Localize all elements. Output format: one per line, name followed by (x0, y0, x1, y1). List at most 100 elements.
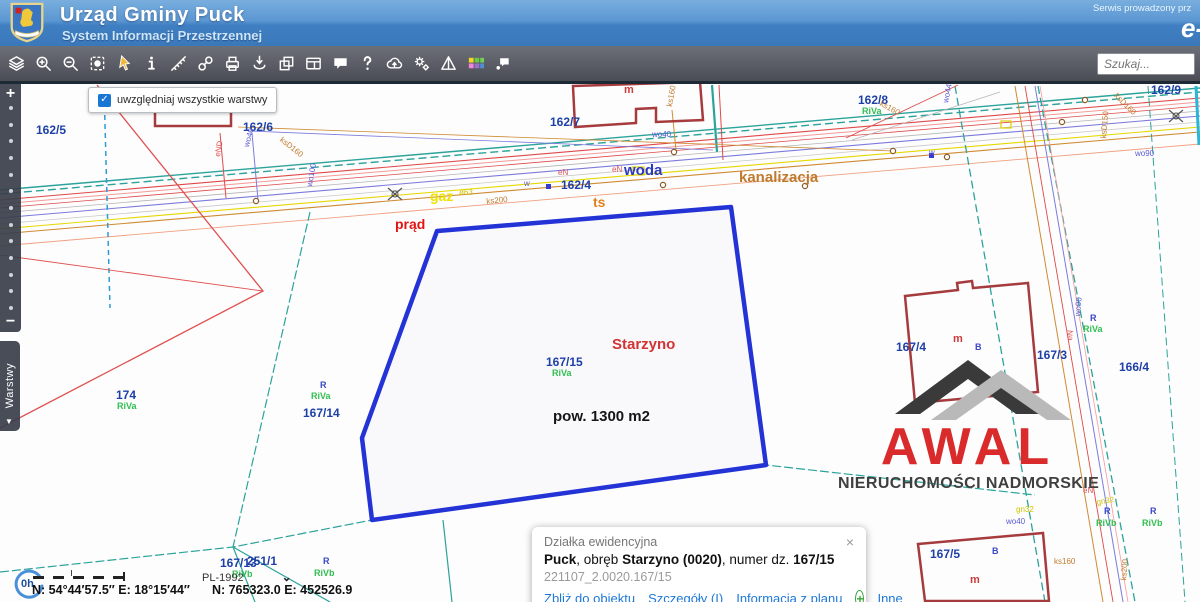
parcel-obreb: Starzyno (0020) (622, 552, 722, 567)
zoom-in-button[interactable]: + (6, 84, 15, 104)
map-label: B (975, 343, 982, 352)
map-label: wo90 (1074, 297, 1084, 317)
print-icon[interactable] (219, 49, 246, 79)
map-label: ts (593, 195, 605, 209)
zoom-level-dot[interactable] (9, 223, 13, 227)
legend-colors-icon[interactable] (462, 49, 489, 79)
marker-download-icon[interactable] (246, 49, 273, 79)
other-link[interactable]: Inne (877, 591, 902, 602)
zoom-out-button[interactable]: − (6, 312, 15, 332)
scale-bar (33, 576, 125, 579)
awal-subtitle: NIERUCHOMOŚCI NADMORSKIE (838, 475, 1098, 493)
map-label: RiVa (862, 107, 882, 116)
zoom-level-dot[interactable] (9, 306, 13, 310)
zoom-level-dot[interactable] (9, 239, 13, 243)
app-title: Urząd Gminy Puck (60, 4, 245, 27)
help-icon[interactable] (354, 49, 381, 79)
zoom-in-icon[interactable] (30, 49, 57, 79)
map-label: RiVa (311, 392, 331, 401)
map-label: Starzyno (612, 337, 675, 352)
layers-panel-tab[interactable]: Warstwy ▼ (0, 341, 20, 431)
map-label: 167/15 (546, 356, 583, 368)
map-label: 162/9 (1151, 84, 1181, 96)
map-label: m (970, 575, 980, 586)
coords-geographic: N: 54°44′57.5″ E: 18°15′44″ (32, 583, 190, 597)
search-box (1097, 53, 1195, 75)
chevron-down-icon: ⌄ (282, 570, 292, 584)
app-header: Urząd Gminy Puck System Informacji Przes… (0, 0, 1200, 47)
frames-copy-icon[interactable] (273, 49, 300, 79)
map-label: R (1090, 314, 1097, 323)
parcel-info-panel: Działka ewidencyjna × Puck, obręb Starzy… (532, 527, 866, 602)
map-label: 166/4 (1119, 361, 1149, 373)
zoom-level-dot[interactable] (9, 156, 13, 160)
map-label: eN (612, 166, 622, 174)
zoom-level-dot[interactable] (9, 139, 13, 143)
add-plus-icon[interactable]: + (855, 590, 864, 602)
map-label: R (1150, 507, 1157, 516)
zoom-to-object-link[interactable]: Zbliż do obiektu (544, 591, 635, 602)
plan-info-link[interactable]: Informacja z planu (736, 591, 842, 602)
select-area-icon[interactable] (84, 49, 111, 79)
map-label: RiVa (552, 369, 572, 378)
map-label: prąd (395, 217, 425, 231)
zoom-level-dot[interactable] (9, 256, 13, 260)
measure-icon[interactable] (165, 49, 192, 79)
layout-panels-icon[interactable] (300, 49, 327, 79)
layers-tab-label: Warstwy (4, 363, 16, 408)
map-label: pow. 1300 m2 (553, 409, 650, 424)
cloud-sync-icon[interactable] (381, 49, 408, 79)
zoom-level-dot[interactable] (9, 289, 13, 293)
map-label: kanalizacja (739, 170, 818, 185)
crs-selector[interactable]: PL-1992⌄ (202, 570, 292, 584)
info-icon[interactable] (138, 49, 165, 79)
parcel-id: 221107_2.0020.167/15 (544, 570, 854, 584)
all-layers-checkbox[interactable]: ✓ uwzględniaj wszystkie warstwy (88, 87, 277, 113)
map-label: B (992, 547, 999, 556)
zoom-level-dot[interactable] (9, 106, 13, 110)
parcel-number: 167/15 (793, 552, 834, 567)
zoom-level-dot[interactable] (9, 189, 13, 193)
parcel-description: Puck, obręb Starzyno (0020), numer dz. 1… (544, 552, 854, 567)
map-label: wo90 (1135, 150, 1154, 158)
comment-bubble-icon[interactable] (327, 49, 354, 79)
link-icon[interactable] (192, 49, 219, 79)
search-input[interactable] (1097, 53, 1195, 75)
map-label: ks160 (1054, 558, 1075, 566)
toolbar (0, 46, 1200, 84)
map-label: gaz (430, 189, 453, 203)
map-label: 162/7 (550, 116, 580, 128)
zoom-level-dot[interactable] (9, 123, 13, 127)
zoom-out-icon[interactable] (57, 49, 84, 79)
emapa-brand-partial: e- (1181, 13, 1200, 44)
zoom-level-dots[interactable] (9, 104, 13, 312)
map-label: ø63 (459, 189, 473, 197)
zoom-control: + − (0, 84, 21, 332)
checkbox-checked-icon[interactable]: ✓ (98, 94, 111, 107)
close-icon[interactable]: × (846, 535, 854, 549)
awal-watermark: AWAL NIERUCHOMOŚCI NADMORSKIE (838, 358, 1098, 493)
map-label: wo40 (1006, 518, 1025, 526)
gmina-puck-crest-icon (8, 2, 46, 44)
parcel-text-1: , obręb (576, 552, 622, 567)
map-label: RiVa (1083, 325, 1103, 334)
details-link[interactable]: Szczegóły (I) (648, 591, 723, 602)
zoom-level-dot[interactable] (9, 273, 13, 277)
map-label: RiVa (117, 402, 137, 411)
settings-gears-icon[interactable] (408, 49, 435, 79)
chevron-down-icon: ▼ (5, 417, 13, 426)
map-label: w (524, 180, 530, 188)
map-label: RiVb (1096, 519, 1117, 528)
zoom-level-dot[interactable] (9, 206, 13, 210)
app-subtitle: System Informacji Przestrzennej (62, 28, 262, 43)
pointer-cursor-icon[interactable] (111, 49, 138, 79)
map-label: m (624, 85, 634, 96)
map-label: RiVb (314, 569, 335, 578)
zoom-level-dot[interactable] (9, 173, 13, 177)
map-label: 162/4 (561, 179, 591, 191)
map-label: R (1104, 507, 1111, 516)
layers-icon[interactable] (3, 49, 30, 79)
feedback-bubble-icon[interactable] (489, 49, 516, 79)
prism-3d-icon[interactable] (435, 49, 462, 79)
parcel-text-2: , numer dz. (722, 552, 793, 567)
